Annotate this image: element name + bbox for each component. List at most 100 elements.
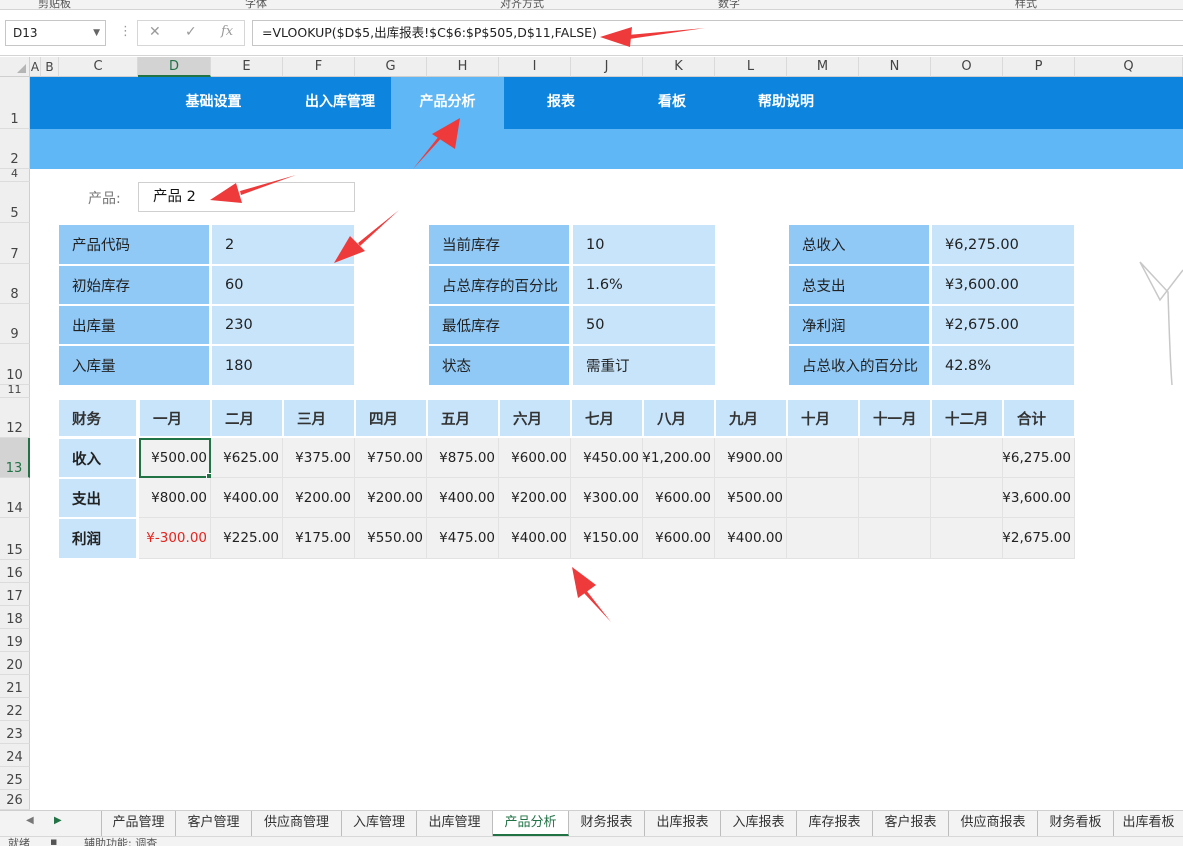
info-value[interactable]: ¥2,675.00 bbox=[932, 306, 1074, 344]
sheet-tab[interactable]: 出库看板 bbox=[1114, 811, 1183, 836]
column-header-q[interactable]: Q bbox=[1075, 57, 1183, 77]
finance-cell[interactable] bbox=[787, 518, 859, 559]
formula-input[interactable]: =VLOOKUP($D$5,出库报表!$C$6:$P$505,D$11,FALS… bbox=[252, 20, 1183, 46]
row-header[interactable]: 25 bbox=[0, 767, 30, 790]
nav-item-help[interactable]: 帮助说明 bbox=[743, 77, 829, 129]
finance-cell[interactable] bbox=[931, 478, 1003, 518]
finance-cell[interactable]: ¥200.00 bbox=[499, 478, 571, 518]
insert-function-icon[interactable]: fx bbox=[221, 24, 233, 39]
row-header[interactable]: 13 bbox=[0, 438, 30, 478]
finance-cell[interactable]: ¥400.00 bbox=[211, 478, 283, 518]
info-value[interactable]: 10 bbox=[573, 225, 715, 264]
row-header[interactable]: 16 bbox=[0, 560, 30, 583]
row-header[interactable]: 24 bbox=[0, 744, 30, 767]
finance-cell[interactable]: ¥400.00 bbox=[427, 478, 499, 518]
sheet-tab[interactable]: 入库管理 bbox=[342, 811, 417, 836]
finance-cell[interactable] bbox=[787, 438, 859, 478]
column-header-a[interactable]: A bbox=[30, 57, 41, 77]
sheet-tab[interactable]: 财务看板 bbox=[1038, 811, 1114, 836]
row-header[interactable]: 18 bbox=[0, 606, 30, 629]
row-header[interactable]: 22 bbox=[0, 698, 30, 721]
row-header[interactable]: 2 bbox=[0, 129, 30, 169]
sheet-tab[interactable]: 出库报表 bbox=[645, 811, 721, 836]
finance-cell[interactable]: ¥500.00 bbox=[715, 478, 787, 518]
sheet-tab[interactable]: 供应商管理 bbox=[252, 811, 342, 836]
finance-cell[interactable]: ¥600.00 bbox=[499, 438, 571, 478]
row-header[interactable]: 5 bbox=[0, 182, 30, 223]
finance-cell[interactable]: ¥875.00 bbox=[427, 438, 499, 478]
column-header-l[interactable]: L bbox=[715, 57, 787, 77]
column-header-p[interactable]: P bbox=[1003, 57, 1075, 77]
row-header[interactable]: 9 bbox=[0, 304, 30, 344]
finance-cell[interactable]: ¥2,675.00 bbox=[1002, 518, 1075, 559]
finance-cell[interactable]: ¥600.00 bbox=[643, 478, 715, 518]
product-select[interactable]: 产品 2 bbox=[138, 182, 355, 212]
info-value[interactable]: 50 bbox=[573, 306, 715, 344]
finance-cell[interactable]: ¥750.00 bbox=[355, 438, 427, 478]
column-header-i[interactable]: I bbox=[499, 57, 571, 77]
sheet-tab[interactable]: 客户管理 bbox=[176, 811, 252, 836]
column-header-b[interactable]: B bbox=[41, 57, 59, 77]
column-header-j[interactable]: J bbox=[571, 57, 643, 77]
column-header-h[interactable]: H bbox=[427, 57, 499, 77]
sheet-tab-active[interactable]: 产品分析 bbox=[493, 811, 569, 836]
row-header[interactable]: 19 bbox=[0, 629, 30, 652]
formula-bar-more-icon[interactable]: ⋮ bbox=[119, 24, 132, 39]
row-header[interactable]: 20 bbox=[0, 652, 30, 675]
tab-scroll-left-icon[interactable]: ◀ bbox=[26, 815, 34, 826]
finance-cell[interactable]: ¥400.00 bbox=[715, 518, 787, 559]
sheet-tab[interactable]: 客户报表 bbox=[873, 811, 949, 836]
column-header-e[interactable]: E bbox=[211, 57, 283, 77]
sheet-tab[interactable]: 产品管理 bbox=[101, 811, 176, 836]
accessibility-status[interactable]: 辅助功能: 调查 bbox=[84, 837, 157, 846]
name-box[interactable]: D13 ▼ bbox=[5, 20, 106, 46]
column-header-k[interactable]: K bbox=[643, 57, 715, 77]
row-header[interactable]: 7 bbox=[0, 223, 30, 264]
macro-record-icon[interactable]: ▪ bbox=[50, 837, 57, 846]
info-value[interactable]: ¥6,275.00 bbox=[932, 225, 1074, 264]
finance-cell[interactable] bbox=[787, 478, 859, 518]
column-header-f[interactable]: F bbox=[283, 57, 355, 77]
column-header-g[interactable]: G bbox=[355, 57, 427, 77]
sheet-tab[interactable]: 供应商报表 bbox=[949, 811, 1038, 836]
finance-cell[interactable]: ¥300.00 bbox=[571, 478, 643, 518]
cancel-icon[interactable]: ✕ bbox=[149, 24, 161, 40]
tab-scroll-right-icon[interactable]: ▶ bbox=[54, 815, 62, 826]
info-value[interactable]: 1.6% bbox=[573, 266, 715, 304]
info-value[interactable]: ¥3,600.00 bbox=[932, 266, 1074, 304]
row-header[interactable]: 1 bbox=[0, 77, 30, 129]
finance-cell[interactable]: ¥600.00 bbox=[643, 518, 715, 559]
finance-cell[interactable]: ¥475.00 bbox=[427, 518, 499, 559]
finance-cell[interactable]: ¥200.00 bbox=[355, 478, 427, 518]
finance-cell[interactable]: ¥500.00 bbox=[139, 438, 214, 481]
finance-cell[interactable]: ¥375.00 bbox=[283, 438, 355, 478]
enter-icon[interactable]: ✓ bbox=[185, 24, 197, 40]
column-header-d[interactable]: D bbox=[138, 57, 211, 77]
finance-cell[interactable] bbox=[859, 478, 931, 518]
row-header[interactable]: 23 bbox=[0, 721, 30, 744]
finance-cell[interactable]: ¥6,275.00 bbox=[1002, 438, 1075, 478]
row-header[interactable]: 14 bbox=[0, 478, 30, 518]
nav-item-reports[interactable]: 报表 bbox=[526, 77, 596, 129]
column-header-c[interactable]: C bbox=[59, 57, 138, 77]
row-header[interactable]: 15 bbox=[0, 518, 30, 560]
row-header[interactable]: 17 bbox=[0, 583, 30, 606]
row-header[interactable]: 21 bbox=[0, 675, 30, 698]
info-value[interactable]: 60 bbox=[212, 266, 354, 304]
nav-item-dashboard[interactable]: 看板 bbox=[637, 77, 707, 129]
finance-cell[interactable]: ¥450.00 bbox=[571, 438, 643, 478]
column-header-n[interactable]: N bbox=[859, 57, 931, 77]
column-header-m[interactable]: M bbox=[787, 57, 859, 77]
finance-cell[interactable]: ¥-300.00 bbox=[139, 518, 211, 559]
info-value[interactable]: 2 bbox=[212, 225, 354, 264]
finance-cell[interactable]: ¥400.00 bbox=[499, 518, 571, 559]
finance-cell[interactable]: ¥900.00 bbox=[715, 438, 787, 478]
finance-cell[interactable]: ¥175.00 bbox=[283, 518, 355, 559]
row-header[interactable]: 4 bbox=[0, 167, 30, 182]
finance-cell[interactable]: ¥200.00 bbox=[283, 478, 355, 518]
finance-cell[interactable]: ¥225.00 bbox=[211, 518, 283, 559]
info-value[interactable]: 180 bbox=[212, 346, 354, 385]
finance-cell[interactable] bbox=[931, 518, 1003, 559]
column-header-o[interactable]: O bbox=[931, 57, 1003, 77]
finance-cell[interactable] bbox=[859, 518, 931, 559]
